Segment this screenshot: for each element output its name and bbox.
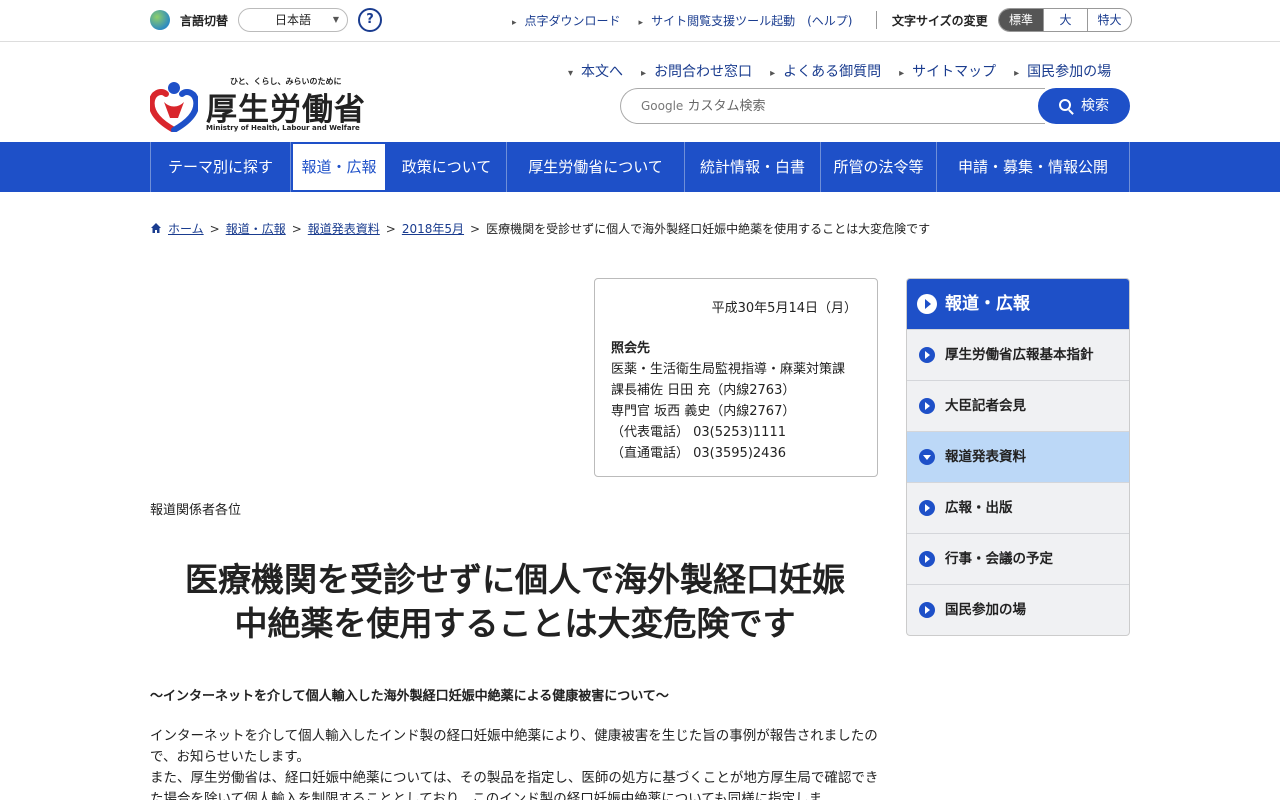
circle-arrow-down-icon	[919, 449, 935, 465]
globe-icon	[150, 10, 170, 30]
font-size-standard-button[interactable]: 標準	[999, 9, 1043, 31]
logo-english-name: Ministry of Health, Labour and Welfare	[206, 124, 360, 132]
side-item-publications[interactable]: 広報・出版	[907, 482, 1129, 533]
search-placeholder: カスタム検索	[687, 99, 766, 114]
font-size-xlarge-button[interactable]: 特大	[1087, 9, 1131, 31]
paragraph: インターネットを介して個人輸入したインド製の経口妊娠中絶薬により、健康被害を生じ…	[150, 728, 878, 765]
skip-to-content-link[interactable]: 本文へ	[568, 61, 623, 81]
circle-arrow-icon	[919, 500, 935, 516]
font-size-switcher: 標準 大 特大	[998, 8, 1132, 32]
font-size-label: 文字サイズの変更	[892, 14, 988, 28]
language-select[interactable]: 日本語 ▼	[238, 8, 348, 32]
circle-arrow-icon	[919, 602, 935, 618]
side-menu: 報道・広報 厚生労働省広報基本指針 大臣記者会見 報道発表資料 広報・出版 行事…	[906, 278, 1130, 636]
title-line: 医療機関を受診せずに個人で海外製経口妊娠	[185, 560, 845, 599]
search-button-label: 検索	[1081, 98, 1109, 114]
home-icon	[151, 223, 161, 233]
breadcrumb-current: 医療機関を受診せずに個人で海外製経口妊娠中絶薬を使用することは大変危険です	[486, 222, 931, 236]
nav-item-about[interactable]: 厚生労働省について	[507, 142, 685, 192]
sitemap-link[interactable]: サイトマップ	[899, 61, 996, 81]
article-body: インターネットを介して個人輸入したインド製の経口妊娠中絶薬により、健康被害を生じ…	[150, 726, 880, 800]
braille-download-link[interactable]: 点字ダウンロード	[512, 12, 621, 29]
contact-line: （代表電話） 03(5253)1111	[611, 425, 786, 440]
language-value: 日本語	[274, 13, 311, 27]
nav-item-laws[interactable]: 所管の法令等	[821, 142, 937, 192]
divider	[876, 11, 877, 29]
search-input[interactable]: Google カスタム検索	[620, 88, 1045, 124]
contact-heading: 照会先	[611, 341, 651, 356]
search-brand: Google	[641, 99, 684, 113]
side-item-participation[interactable]: 国民参加の場	[907, 584, 1129, 635]
caret-down-icon: ▼	[332, 15, 339, 24]
contact-line: 医薬・生活衛生局監視指導・麻薬対策課	[611, 362, 846, 377]
contact-line: 課長補佐 日田 充（内線2763）	[611, 383, 796, 398]
nav-item-statistics[interactable]: 統計情報・白書	[685, 142, 821, 192]
subtitle: ～インターネットを介して個人輸入した海外製経口妊娠中絶薬による健康被害について～	[150, 689, 669, 704]
contact-line: （直通電話） 03(3595)2436	[611, 446, 786, 461]
side-item-press-conference[interactable]: 大臣記者会見	[907, 380, 1129, 431]
side-item-events[interactable]: 行事・会議の予定	[907, 533, 1129, 584]
breadcrumb-home[interactable]: ホーム	[168, 222, 204, 236]
circle-arrow-icon	[917, 294, 937, 314]
release-date: 平成30年5月14日（月）	[711, 301, 857, 316]
circle-arrow-icon	[919, 398, 935, 414]
page-title: 医療機関を受診せずに個人で海外製経口妊娠 中絶薬を使用することは大変危険です	[150, 558, 880, 646]
breadcrumb: ホーム > 報道・広報 > 報道発表資料 >2018年5月 > 医療機関を受診せずに個人で海外…	[150, 220, 930, 237]
header-links: 本文へ お問合わせ窓口 よくある御質問 サイトマップ 国民参加の場	[568, 61, 1111, 81]
circle-arrow-icon	[919, 551, 935, 567]
contact-line: 専門官 坂西 義史（内線2767）	[611, 404, 796, 419]
logo-name[interactable]: 厚生労働省	[206, 84, 366, 129]
contact-link[interactable]: お問合わせ窓口	[641, 61, 752, 81]
breadcrumb-press-releases[interactable]: 報道発表資料	[308, 222, 380, 236]
language-label: 言語切替	[180, 14, 229, 28]
help-button[interactable]: ?	[358, 8, 382, 32]
contact-box: 平成30年5月14日（月） 照会先 医薬・生活衛生局監視指導・麻薬対策課 課長補…	[594, 278, 878, 477]
paragraph: また、厚生労働省は、経口妊娠中絶薬については、その製品を指定し、医師の処方に基づ…	[150, 770, 879, 800]
side-menu-heading[interactable]: 報道・広報	[907, 279, 1129, 329]
accessibility-tool-link[interactable]: サイト閲覧支援ツール起動 (ヘルプ)	[639, 12, 852, 29]
font-size-large-button[interactable]: 大	[1043, 9, 1087, 31]
public-participation-link[interactable]: 国民参加の場	[1014, 61, 1111, 81]
circle-arrow-icon	[919, 347, 935, 363]
nav-item-themes[interactable]: テーマ別に探す	[151, 142, 291, 192]
nav-item-policy[interactable]: 政策について	[387, 142, 507, 192]
global-nav: テーマ別に探す 報道・広報 政策について 厚生労働省について 統計情報・白書 所…	[0, 142, 1280, 192]
search-icon	[1059, 99, 1071, 111]
breadcrumb-month[interactable]: 2018年5月	[402, 222, 464, 236]
nav-item-press[interactable]: 報道・広報	[291, 142, 387, 192]
nav-item-applications[interactable]: 申請・募集・情報公開	[937, 142, 1130, 192]
mhlw-logo-icon[interactable]	[150, 80, 198, 132]
utility-links: 点字ダウンロード サイト閲覧支援ツール起動 (ヘルプ)	[512, 12, 853, 29]
side-item-press-releases[interactable]: 報道発表資料	[907, 431, 1129, 482]
utility-bar: 言語切替 日本語 ▼ ? 点字ダウンロード サイト閲覧支援ツール起動 (ヘルプ)…	[0, 0, 1280, 42]
breadcrumb-press[interactable]: 報道・広報	[226, 222, 286, 236]
side-item-pr-guidelines[interactable]: 厚生労働省広報基本指針	[907, 329, 1129, 380]
search-button[interactable]: 検索	[1038, 88, 1130, 124]
faq-link[interactable]: よくある御質問	[770, 61, 881, 81]
recipients: 報道関係者各位	[150, 503, 242, 518]
title-line: 中絶薬を使用することは大変危険です	[234, 604, 796, 643]
